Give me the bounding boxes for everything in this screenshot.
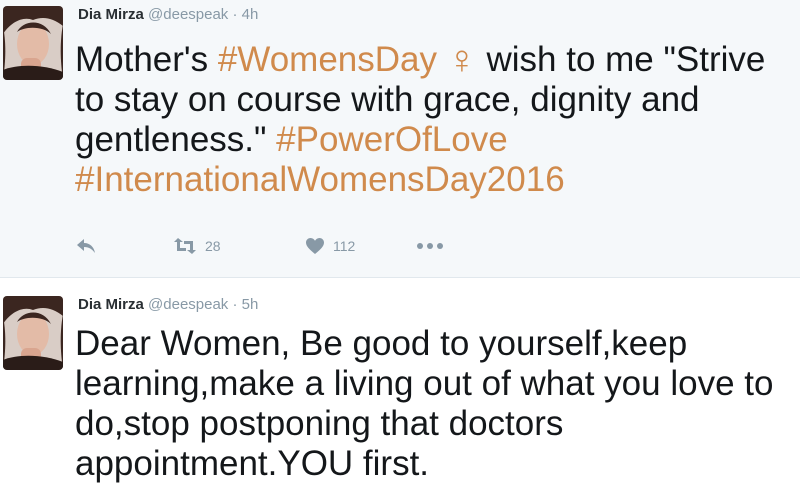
heart-icon bbox=[306, 238, 324, 254]
tweet-header: Dia Mirza @deespeak · 5h bbox=[78, 296, 258, 314]
like-count: 112 bbox=[333, 238, 356, 254]
more-icon bbox=[417, 243, 443, 249]
tweet-text: Mother's #WomensDay ♀ wish to me "Strive… bbox=[75, 38, 795, 200]
hashtag-link[interactable]: #InternationalWomensDay2016 bbox=[75, 160, 565, 199]
tweet-text: Dear Women, Be good to yourself,keep lea… bbox=[75, 324, 774, 483]
hashtag-link[interactable]: #WomensDay bbox=[218, 40, 437, 79]
author-handle[interactable]: @deespeak bbox=[148, 296, 228, 313]
reply-icon bbox=[77, 239, 95, 253]
retweet-icon bbox=[174, 238, 196, 254]
author-name[interactable]: Dia Mirza bbox=[78, 6, 144, 23]
author-name[interactable]: Dia Mirza bbox=[78, 296, 144, 313]
timestamp[interactable]: 5h bbox=[242, 296, 259, 313]
avatar[interactable] bbox=[3, 6, 63, 80]
more-button[interactable] bbox=[415, 234, 445, 258]
retweet-button[interactable]: 28 bbox=[173, 234, 221, 258]
tweet-header: Dia Mirza @deespeak · 4h bbox=[78, 6, 258, 24]
separator: · bbox=[232, 6, 238, 23]
tweet-1[interactable]: Dia Mirza @deespeak · 4h Mother's #Women… bbox=[0, 0, 800, 277]
text-segment: Mother's bbox=[75, 40, 218, 79]
tweet-2[interactable]: Dia Mirza @deespeak · 5h Dear Women, Be … bbox=[0, 277, 800, 501]
separator: · bbox=[232, 296, 238, 313]
like-button[interactable]: 112 bbox=[305, 234, 355, 258]
hashtag-link[interactable]: #PowerOfLove bbox=[276, 120, 508, 159]
author-handle[interactable]: @deespeak bbox=[148, 6, 228, 23]
reply-button[interactable] bbox=[75, 234, 97, 258]
female-sign-emoji: ♀ bbox=[446, 38, 477, 82]
timestamp[interactable]: 4h bbox=[242, 6, 259, 23]
retweet-count: 28 bbox=[205, 238, 221, 254]
avatar[interactable] bbox=[3, 296, 63, 370]
